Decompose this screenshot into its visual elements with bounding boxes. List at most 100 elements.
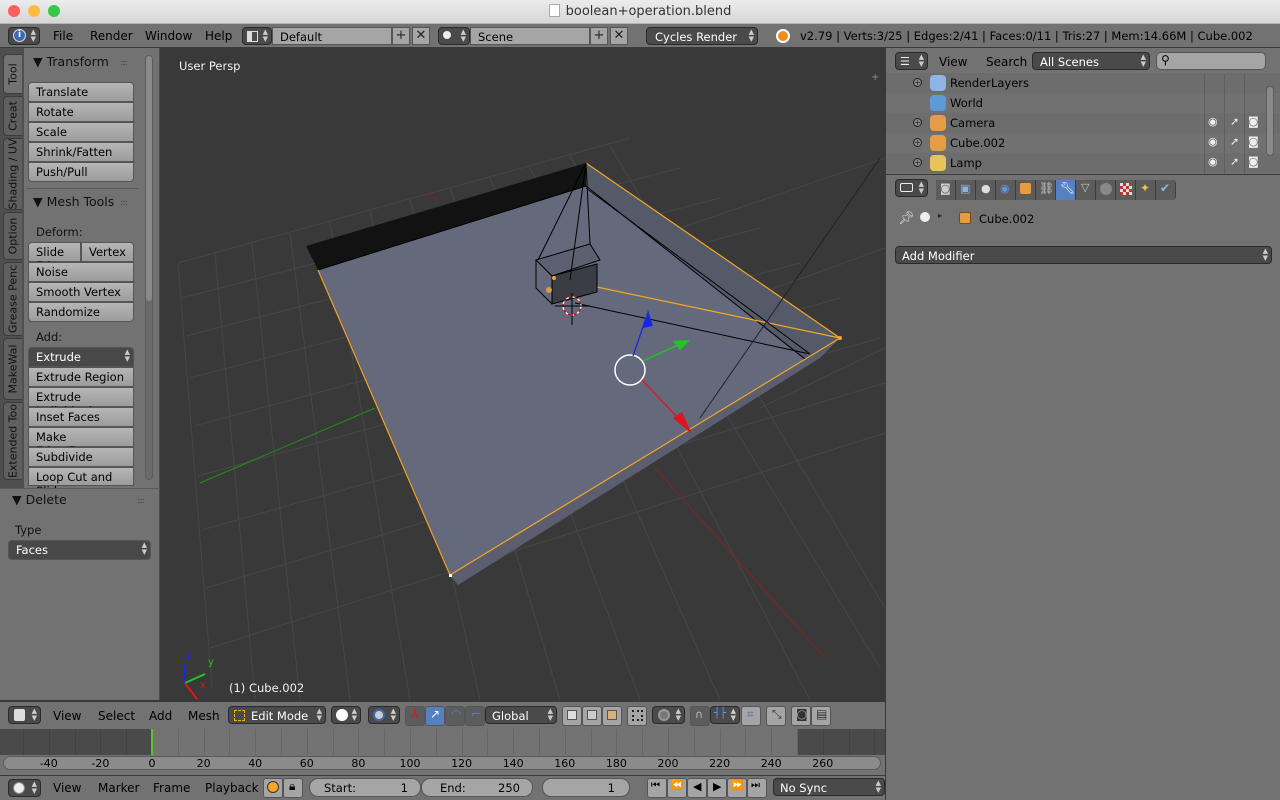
opengl-render-animation-button[interactable]: ▤	[811, 706, 831, 726]
face-select-mode-button[interactable]	[602, 706, 622, 726]
expand-icon[interactable]: +	[913, 118, 922, 127]
outliner-item-name[interactable]: Lamp	[950, 156, 982, 170]
menu-frame[interactable]: Frame	[153, 781, 190, 795]
use-preview-range-button[interactable]	[263, 778, 283, 798]
current-frame-field[interactable]: 1	[542, 778, 630, 797]
menu-marker[interactable]: Marker	[98, 781, 139, 795]
scale-button[interactable]: Scale	[28, 122, 134, 142]
outliner-item-world[interactable]: World	[886, 93, 1280, 113]
viewport-scene[interactable]	[160, 48, 885, 700]
viewport-shading-dropdown[interactable]: ▲ ▼	[331, 706, 361, 724]
play-reverse-button[interactable]: ◀	[687, 778, 707, 798]
menu-render[interactable]: Render	[90, 29, 133, 43]
menu-window[interactable]: Window	[145, 29, 192, 43]
outliner-item-name[interactable]: Camera	[950, 116, 995, 130]
jump-to-keyframe-prev-button[interactable]: ⏪	[667, 778, 687, 798]
tab-material[interactable]	[1096, 180, 1116, 200]
menu-mesh[interactable]: Mesh	[188, 709, 220, 723]
3d-viewport[interactable]: User Persp z y x (1) Cube.002 +	[160, 48, 885, 700]
extrude-region-button[interactable]: Extrude Region	[28, 367, 134, 387]
tab-options[interactable]: Option	[3, 212, 22, 260]
screen-layout-field[interactable]: Default	[272, 27, 392, 45]
scene-field[interactable]: Scene	[470, 27, 590, 45]
make-edge-face-button[interactable]: Make Edge/Face	[28, 427, 134, 458]
jump-to-keyframe-next-button[interactable]: ⏩	[727, 778, 747, 798]
outliner-item-camera[interactable]: + Camera ◉ ➚ ◙	[886, 113, 1280, 133]
slide-edge-button[interactable]: Slide Ed	[28, 242, 81, 273]
tab-grease-pencil[interactable]: Grease Penc	[3, 262, 22, 336]
tab-render-layers[interactable]: ▣	[956, 180, 976, 200]
tab-tool[interactable]: Tool	[3, 54, 22, 94]
expand-icon[interactable]: +	[913, 138, 922, 147]
outliner-search-input[interactable]: ⚲	[1156, 52, 1266, 70]
drag-handle-icon[interactable]: ::::	[120, 198, 128, 207]
snap-toggle[interactable]: ∩	[690, 706, 710, 726]
delete-panel-header[interactable]: ▼ Delete	[12, 492, 67, 507]
pin-icon[interactable]: 📌︎	[898, 211, 915, 226]
add-scene-button[interactable]: +	[590, 27, 608, 45]
delete-scene-button[interactable]: ✕	[610, 27, 628, 45]
tab-constraints[interactable]: ⛓	[1036, 180, 1056, 200]
tab-particles[interactable]: ✦	[1136, 180, 1156, 200]
outliner-scrollbar[interactable]	[1266, 86, 1274, 156]
extrude-individual-button[interactable]: Extrude Individual	[28, 387, 134, 418]
randomize-button[interactable]: Randomize	[28, 302, 134, 322]
manipulator-toggle[interactable]: ⅄	[405, 706, 425, 726]
editor-type-properties-button[interactable]: ▲ ▼	[895, 179, 928, 197]
tab-scene[interactable]: ●	[976, 180, 996, 200]
mode-dropdown[interactable]: Edit Mode ▲ ▼	[228, 706, 326, 724]
editor-type-outliner-button[interactable]: ☰ ▲ ▼	[895, 52, 928, 70]
render-camera-icon[interactable]: ◙	[1248, 155, 1259, 168]
render-engine-dropdown[interactable]: Cycles Render ▲ ▼	[646, 27, 758, 45]
add-screen-button[interactable]: +	[392, 27, 410, 45]
snap-element-dropdown[interactable]: ┤├ ▲ ▼	[710, 706, 740, 724]
expand-icon[interactable]: +	[913, 78, 922, 87]
timeline[interactable]: -40 -20 0 20 40 60 80 100 120 140 160 180 200 220 240 2…	[0, 729, 885, 775]
mesh-tools-panel-header[interactable]: ▼ Mesh Tools	[33, 194, 114, 209]
toolshelf-scrollbar[interactable]	[145, 55, 153, 480]
scale-manipulator-button[interactable]: ⌐	[465, 706, 485, 726]
cursor-select-icon[interactable]: ➚	[1230, 115, 1239, 128]
lock-time-cursor-button[interactable]: 🔒︎	[283, 778, 303, 798]
tab-create[interactable]: Creat	[3, 96, 22, 136]
edge-select-mode-button[interactable]	[582, 706, 602, 726]
eye-icon[interactable]: ◉	[1208, 115, 1218, 128]
cursor-select-icon[interactable]: ➚	[1230, 135, 1239, 148]
menu-outliner-view[interactable]: View	[939, 55, 967, 69]
noise-button[interactable]: Noise	[28, 262, 134, 282]
inset-faces-button[interactable]: Inset Faces	[28, 407, 134, 427]
menu-add[interactable]: Add	[149, 709, 172, 723]
extrude-dropdown[interactable]: Extrude ▲ ▼	[28, 347, 134, 367]
snap-target-button[interactable]: ⌗	[741, 706, 761, 726]
shrink-fatten-button[interactable]: Shrink/Fatten	[28, 142, 134, 162]
outliner-item-name[interactable]: World	[950, 96, 983, 110]
outliner-item-lamp[interactable]: + Lamp ◉ ➚ ◙	[886, 153, 1280, 173]
screen-layout-type-button[interactable]: ▲ ▼	[242, 27, 272, 45]
jump-to-start-button[interactable]: ⏮	[647, 778, 667, 798]
expand-icon[interactable]: +	[913, 158, 922, 167]
menu-help[interactable]: Help	[205, 29, 232, 43]
scene-type-button[interactable]: ▲ ▼	[438, 27, 470, 45]
render-camera-icon[interactable]: ◙	[1248, 135, 1259, 148]
end-frame-field[interactable]: End: 250	[421, 778, 533, 797]
limit-selection-visible-button[interactable]	[627, 706, 647, 726]
transform-panel-header[interactable]: ▼ Transform	[33, 54, 109, 69]
translate-button[interactable]: Translate	[28, 82, 134, 102]
drag-handle-icon[interactable]: ::::	[137, 496, 145, 505]
outliner-item-name[interactable]: RenderLayers	[950, 76, 1029, 90]
add-modifier-dropdown[interactable]: Add Modifier ▲ ▼	[895, 246, 1272, 264]
tab-modifiers[interactable]: 🔧︎	[1056, 180, 1076, 200]
tab-render[interactable]: ◙	[936, 180, 956, 200]
cursor-select-icon[interactable]: ➚	[1230, 155, 1239, 168]
tab-shading-uv[interactable]: Shading / UV	[3, 138, 22, 210]
menu-view[interactable]: View	[53, 709, 81, 723]
opengl-render-image-button[interactable]: ◙	[791, 706, 811, 726]
menu-playback[interactable]: Playback	[205, 781, 259, 795]
tab-physics[interactable]: ✔	[1156, 180, 1176, 200]
eye-icon[interactable]: ◉	[1208, 155, 1218, 168]
delete-screen-button[interactable]: ✕	[412, 27, 430, 45]
pivot-point-dropdown[interactable]: ▲ ▼	[368, 706, 400, 724]
editor-type-3d-view-button[interactable]: ▲ ▼	[8, 706, 41, 724]
eye-icon[interactable]: ◉	[1208, 135, 1218, 148]
menu-timeline-view[interactable]: View	[53, 781, 81, 795]
